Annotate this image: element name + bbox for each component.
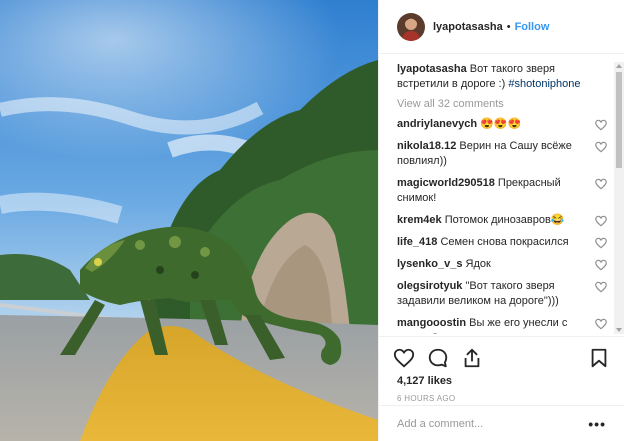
view-all-comments-link[interactable]: View all 32 comments <box>397 98 614 110</box>
share-icon[interactable] <box>461 347 483 369</box>
separator-dot: • <box>506 20 511 33</box>
comment-row: life_418 Семен снова покрасился <box>397 235 614 250</box>
comment-row: mangooostin Вы же его унесли с дороги? <box>397 316 614 334</box>
comment-row: krem4ek Потомок динозавров😂 <box>397 213 614 228</box>
comment-row: olegsirotyuk "Вот такого зверя задавили … <box>397 279 614 309</box>
comment-username[interactable]: krem4ek <box>397 214 442 226</box>
comment-row: nikola18.12 Верин на Сашу всёже повлиял)… <box>397 139 614 169</box>
comment-body: nikola18.12 Верин на Сашу всёже повлиял)… <box>397 139 594 169</box>
post-header: lyapotasasha • Follow <box>379 0 624 54</box>
add-comment-input[interactable] <box>397 417 589 430</box>
comment-row: magicworld290518 Прекрасный снимок! <box>397 176 614 206</box>
comment-username[interactable]: nikola18.12 <box>397 140 456 152</box>
comment-body: olegsirotyuk "Вот такого зверя задавили … <box>397 279 594 309</box>
chameleon-photo <box>0 0 378 441</box>
add-comment-bar: ••• <box>379 405 624 441</box>
comment-username[interactable]: life_418 <box>397 236 437 248</box>
post-actions: 4,127 likes 6 HOURS AGO <box>379 336 624 406</box>
heart-outline-icon[interactable] <box>594 236 608 250</box>
comment-text: Ядок <box>465 258 491 270</box>
heart-outline-icon[interactable] <box>594 258 608 272</box>
scroll-down-arrow-icon[interactable] <box>616 328 622 332</box>
heart-outline-icon[interactable] <box>594 140 608 154</box>
likes-count[interactable]: 4,127 likes <box>393 375 610 387</box>
comment-text: 😍😍😍 <box>480 118 522 130</box>
comment-body: magicworld290518 Прекрасный снимок! <box>397 176 594 206</box>
post-timestamp: 6 HOURS AGO <box>397 394 456 403</box>
comments-list[interactable]: lyapotasasha Вот такого зверя встретили … <box>379 62 614 334</box>
comment-text: Семен снова покрасился <box>440 236 569 248</box>
comment-body: krem4ek Потомок динозавров😂 <box>397 213 594 228</box>
comment-username[interactable]: olegsirotyuk <box>397 280 462 292</box>
comment-row: lysenko_v_s Ядок <box>397 257 614 272</box>
caption-username[interactable]: lyapotasasha <box>397 63 467 75</box>
heart-outline-icon[interactable] <box>594 177 608 191</box>
follow-button[interactable]: Follow <box>515 21 550 33</box>
heart-icon[interactable] <box>393 347 415 369</box>
comments-scrollbar[interactable] <box>614 62 624 334</box>
comment-body: lysenko_v_s Ядок <box>397 257 594 272</box>
comment-body: mangooostin Вы же его унесли с дороги? <box>397 316 594 334</box>
caption-hashtag[interactable]: #shotoniphone <box>508 78 580 90</box>
comment-username[interactable]: andriylanevych <box>397 118 477 130</box>
avatar[interactable] <box>397 12 425 41</box>
post-username[interactable]: lyapotasasha <box>433 21 503 33</box>
comment-row: andriylanevych 😍😍😍 <box>397 117 614 132</box>
comment-body: life_418 Семен снова покрасился <box>397 235 594 250</box>
bookmark-icon[interactable] <box>588 347 610 369</box>
comment-bubble-icon[interactable] <box>427 347 449 369</box>
comment-username[interactable]: lysenko_v_s <box>397 258 462 270</box>
comment-body: andriylanevych 😍😍😍 <box>397 117 594 132</box>
heart-outline-icon[interactable] <box>594 118 608 132</box>
heart-outline-icon[interactable] <box>594 214 608 228</box>
post-panel: lyapotasasha • Follow lyapotasasha Вот т… <box>378 0 624 441</box>
heart-outline-icon[interactable] <box>594 280 608 294</box>
post-photo[interactable] <box>0 0 378 441</box>
comment-username[interactable]: mangooostin <box>397 317 466 329</box>
scroll-thumb[interactable] <box>616 72 622 168</box>
post-caption: lyapotasasha Вот такого зверя встретили … <box>397 62 614 92</box>
heart-outline-icon[interactable] <box>594 317 608 331</box>
comment-username[interactable]: magicworld290518 <box>397 177 495 189</box>
scroll-up-arrow-icon[interactable] <box>616 64 622 68</box>
more-options-icon[interactable]: ••• <box>588 416 606 432</box>
comment-text: Потомок динозавров😂 <box>444 214 565 226</box>
